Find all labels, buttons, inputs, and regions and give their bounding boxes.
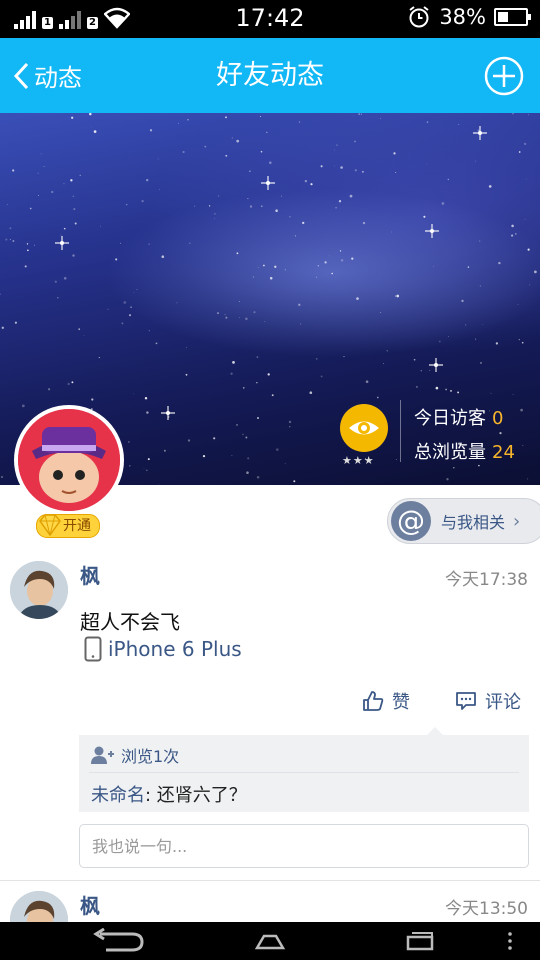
avatar-image — [10, 561, 68, 619]
menu-icon[interactable] — [504, 928, 516, 954]
status-bar: 1 2 17:42 38% — [0, 0, 540, 38]
divider — [0, 880, 540, 881]
views-row: 浏览1次 — [91, 743, 179, 767]
comment-item[interactable]: 未命名: 还肾六了？ — [91, 781, 247, 807]
mention-button[interactable]: @ 与我相关 › — [387, 498, 540, 544]
avatar[interactable] — [14, 405, 124, 515]
post-author[interactable]: 枫 — [80, 890, 100, 919]
back-button[interactable]: 动态 — [12, 38, 82, 113]
back-label: 动态 — [34, 64, 82, 92]
post-time: 今天13:50 — [445, 899, 528, 919]
home-icon[interactable] — [254, 928, 286, 954]
post-text: 超人不会飞 — [80, 610, 180, 634]
reply-input[interactable] — [79, 824, 529, 868]
thumbs-up-icon — [363, 691, 384, 711]
divider — [89, 772, 519, 773]
phone-icon — [84, 636, 102, 662]
comment-author[interactable]: 未命名 — [91, 785, 145, 806]
viewers-icon — [91, 746, 114, 764]
system-nav-bar — [0, 922, 540, 960]
vip-open-button[interactable]: 开通 — [36, 514, 100, 538]
battery-fill — [498, 12, 508, 22]
comment-text: : 还肾六了？ — [145, 785, 247, 806]
views-label: 浏览1次 — [121, 747, 180, 766]
back-icon[interactable] — [92, 928, 146, 954]
total-views-value: 24 — [492, 442, 515, 463]
chevron-right-icon: › — [513, 510, 521, 532]
comment-button[interactable]: 评论 — [455, 688, 521, 714]
recent-apps-icon[interactable] — [404, 928, 436, 954]
at-icon: @ — [391, 501, 431, 541]
comment-box: 浏览1次 未命名: 还肾六了？ — [79, 727, 529, 812]
comment-icon — [456, 692, 476, 710]
status-right: 38% — [407, 5, 531, 29]
chevron-left-icon — [13, 62, 29, 89]
nav-bar: 动态 好友动态 — [0, 38, 540, 113]
visitors-today-label: 今日访客 — [414, 408, 486, 429]
mention-label: 与我相关 — [441, 513, 506, 532]
comment-label: 评论 — [485, 692, 521, 713]
divider — [400, 400, 401, 462]
like-button[interactable]: 赞 — [362, 688, 410, 714]
visitors-today-value: 0 — [492, 408, 504, 429]
alarm-icon — [409, 6, 429, 28]
like-label: 赞 — [392, 692, 410, 713]
post-author[interactable]: 枫 — [80, 560, 100, 589]
post-time: 今天17:38 — [445, 570, 528, 590]
level-stars: ★★★ — [342, 454, 375, 467]
plus-circle-icon[interactable] — [484, 56, 524, 96]
visitors-today: 今日访客 0 — [414, 404, 503, 430]
eye-icon — [340, 404, 388, 452]
avatar-image — [18, 409, 120, 511]
battery-icon — [494, 8, 531, 26]
post-device: iPhone 6 Plus — [84, 636, 242, 662]
total-views-label: 总浏览量 — [414, 442, 486, 463]
diamond-icon — [39, 514, 61, 537]
post-avatar[interactable] — [10, 561, 68, 619]
device-label[interactable]: iPhone 6 Plus — [108, 637, 242, 661]
battery-percent: 38% — [439, 5, 486, 29]
visitor-stats[interactable]: ★★★ 今日访客 0 总浏览量 24 — [340, 398, 540, 468]
total-views: 总浏览量 24 — [414, 438, 515, 464]
